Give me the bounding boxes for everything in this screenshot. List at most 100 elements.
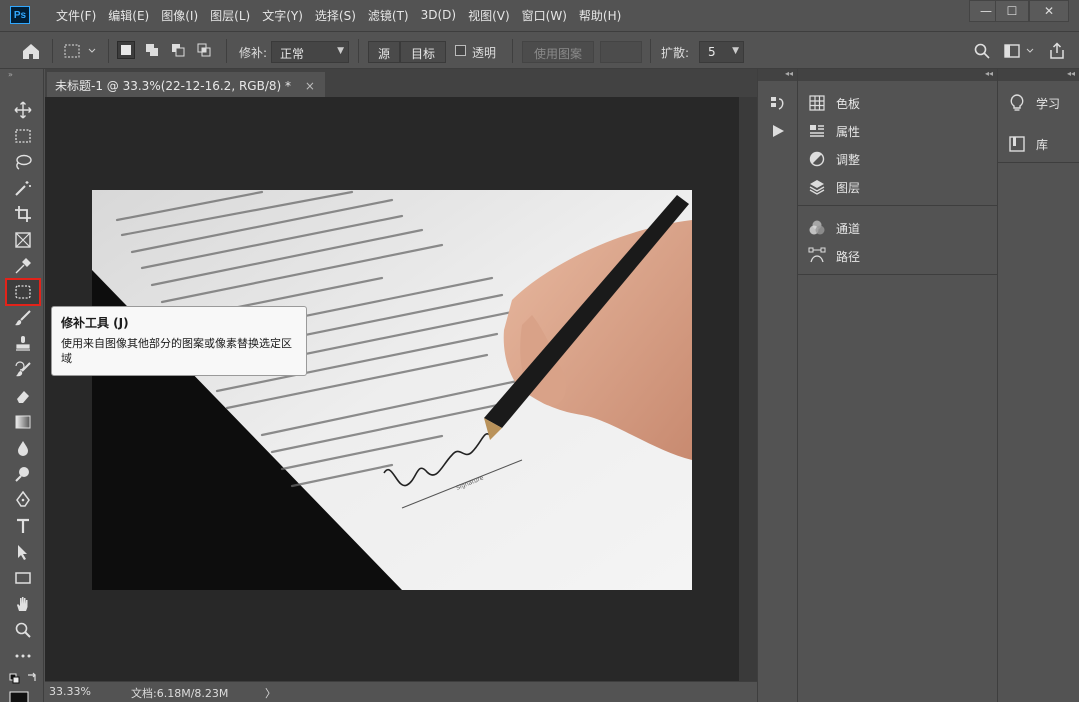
menu-3d[interactable]: 3D(D) [415, 8, 462, 22]
crop-tool-icon[interactable] [7, 202, 39, 226]
panel-dock-main: ◂◂ 色板 属性 调整 图层 通道 路径 [797, 69, 997, 702]
close-button[interactable]: ✕ [1029, 0, 1069, 22]
tools-panel: » [0, 69, 44, 702]
panel-channels[interactable]: 通道 [808, 217, 860, 239]
swap-colors-icon[interactable] [8, 672, 38, 702]
canvas-area[interactable]: Signature [45, 97, 739, 681]
menu-filter[interactable]: 滤镜(T) [362, 7, 415, 24]
menu-select[interactable]: 选择(S) [309, 7, 362, 24]
transparent-checkbox[interactable] [455, 45, 466, 56]
grid-icon [808, 94, 826, 112]
close-icon[interactable]: × [305, 79, 315, 93]
lightbulb-icon [1008, 94, 1026, 112]
hand-tool-icon[interactable] [7, 592, 39, 616]
collapse-icon[interactable]: » [8, 70, 13, 79]
vertical-scrollbar[interactable] [739, 97, 757, 681]
brush-tool-icon[interactable] [7, 306, 39, 330]
move-tool-icon[interactable] [7, 98, 39, 122]
panel-adjustments[interactable]: 调整 [808, 148, 860, 170]
collapse-icon[interactable]: ◂◂ [798, 69, 997, 81]
workspace-icon[interactable] [1003, 42, 1039, 63]
properties-icon [808, 122, 826, 140]
menu-layer[interactable]: 图层(L) [204, 7, 256, 24]
eyedropper-tool-icon[interactable] [7, 254, 39, 278]
magic-wand-icon[interactable] [7, 176, 39, 200]
adjustments-icon [808, 150, 826, 168]
panel-group-2: 通道 路径 [798, 206, 997, 275]
subtract-selection-icon[interactable] [169, 41, 187, 59]
maximize-button[interactable]: ☐ [995, 0, 1029, 22]
tooltip-title: 修补工具 (J) [61, 316, 129, 330]
add-selection-icon[interactable] [143, 41, 161, 59]
collapse-icon[interactable]: ◂◂ [758, 69, 797, 81]
zoom-tool-icon[interactable] [7, 618, 39, 642]
panel-swatches[interactable]: 色板 [808, 92, 860, 114]
chevron-down-icon: ▼ [337, 46, 344, 56]
patch-label: 修补: [239, 46, 268, 60]
patch-tool-icon[interactable] [5, 278, 41, 306]
target-button[interactable]: 目标 [400, 41, 446, 63]
rectangle-tool-icon[interactable] [7, 566, 39, 590]
diffuse-label: 扩散: [661, 46, 690, 60]
document-tab[interactable]: 未标题-1 @ 33.3%(22-12-16.2, RGB/8) * × [47, 72, 325, 97]
dodge-tool-icon[interactable] [7, 462, 39, 486]
document-tab-title: 未标题-1 @ 33.3%(22-12-16.2, RGB/8) * [55, 79, 291, 93]
blur-tool-icon[interactable] [7, 436, 39, 460]
actions-play-icon[interactable] [770, 123, 786, 142]
tooltip-description: 使用来自图像其他部分的图案或像素替换选定区域 [61, 337, 292, 365]
menu-type[interactable]: 文字(Y) [256, 7, 309, 24]
pattern-picker[interactable] [600, 41, 642, 63]
app-logo: Ps [10, 6, 30, 24]
menu-window[interactable]: 窗口(W) [516, 7, 573, 24]
layers-icon [808, 178, 826, 196]
document-image: Signature [92, 190, 692, 590]
patch-mode-select[interactable]: 正常 ▼ [271, 41, 349, 63]
panel-learn[interactable]: 学习 [1008, 92, 1060, 114]
menu-view[interactable]: 视图(V) [462, 7, 516, 24]
panel-libraries[interactable]: 库 [1008, 133, 1048, 155]
home-icon[interactable] [20, 41, 42, 64]
options-bar: 修补: 正常 ▼ 源 目标 透明 使用图案 扩散: 5 ▼ [0, 31, 1079, 69]
history-brush-tool-icon[interactable] [7, 358, 39, 382]
panel-properties[interactable]: 属性 [808, 120, 860, 142]
panel-dock-secondary: ◂◂ 学习 库 [997, 69, 1079, 702]
collapse-icon[interactable]: ◂◂ [998, 69, 1079, 81]
channels-icon [808, 219, 826, 237]
clone-stamp-tool-icon[interactable] [7, 332, 39, 356]
diffuse-select[interactable]: 5 ▼ [699, 41, 744, 63]
source-button[interactable]: 源 [368, 41, 400, 63]
menu-help[interactable]: 帮助(H) [573, 7, 627, 24]
transparent-label: 透明 [472, 46, 497, 60]
share-icon[interactable] [1047, 41, 1067, 64]
path-selection-tool-icon[interactable] [7, 540, 39, 564]
zoom-level[interactable]: 33.33% [49, 685, 91, 698]
collapsed-panel-strip: ◂◂ [757, 69, 797, 702]
use-pattern-button[interactable]: 使用图案 [522, 41, 594, 63]
libraries-icon [1008, 135, 1026, 153]
eraser-tool-icon[interactable] [7, 384, 39, 408]
intersect-selection-icon[interactable] [195, 41, 213, 59]
menu-bar: Ps 文件(F) 编辑(E) 图像(I) 图层(L) 文字(Y) 选择(S) 滤… [0, 0, 1079, 30]
status-menu-arrow[interactable]: 〉 [265, 685, 276, 701]
status-bar: 33.33% 文档:6.18M/8.23M 〉 [45, 681, 757, 702]
frame-tool-icon[interactable] [7, 228, 39, 252]
lasso-tool-icon[interactable] [7, 150, 39, 174]
history-panel-icon[interactable] [769, 95, 787, 116]
panel-group-3: 学习 库 [998, 81, 1079, 163]
menu-file[interactable]: 文件(F) [50, 7, 102, 24]
menu-image[interactable]: 图像(I) [155, 7, 204, 24]
gradient-tool-icon[interactable] [7, 410, 39, 434]
patch-tool-preset-icon[interactable] [62, 41, 98, 64]
panel-layers[interactable]: 图层 [808, 176, 860, 198]
marquee-tool-icon[interactable] [7, 124, 39, 148]
paths-icon [808, 247, 826, 265]
more-tools-icon[interactable] [7, 644, 39, 668]
pen-tool-icon[interactable] [7, 488, 39, 512]
menu-edit[interactable]: 编辑(E) [102, 7, 155, 24]
panel-paths[interactable]: 路径 [808, 245, 860, 267]
search-icon[interactable] [973, 42, 991, 63]
type-tool-icon[interactable] [7, 514, 39, 538]
new-selection-icon[interactable] [117, 41, 135, 59]
chevron-down-icon: ▼ [732, 46, 739, 56]
panel-group-1: 色板 属性 调整 图层 [798, 81, 997, 206]
